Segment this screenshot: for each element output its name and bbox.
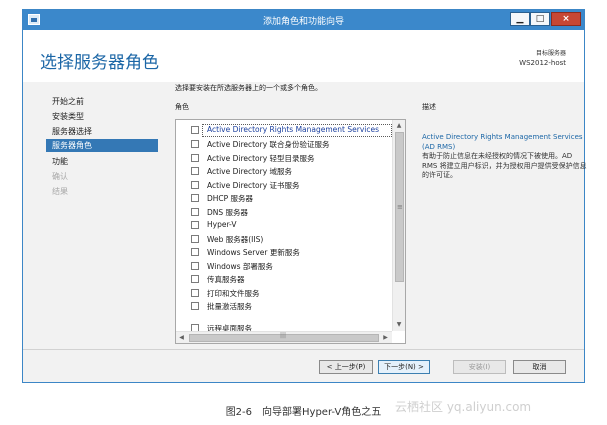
role-item[interactable]: Windows Server 更新服务 [176, 246, 392, 259]
role-item[interactable]: Active Directory 轻型目录服务 [176, 152, 392, 165]
role-checkbox[interactable] [191, 221, 199, 229]
role-label: Web 服务器(IIS) [207, 235, 264, 244]
role-label: Windows Server 更新服务 [207, 248, 300, 257]
role-checkbox[interactable] [191, 262, 199, 270]
role-label: Windows 部署服务 [207, 262, 273, 271]
role-checkbox[interactable] [191, 126, 199, 134]
role-label: DHCP 服务器 [207, 194, 254, 203]
role-label: Active Directory 联合身份验证服务 [207, 140, 330, 149]
role-item[interactable]: Hyper-V [176, 219, 392, 232]
nav-item-confirmation: 确认 [52, 172, 68, 181]
role-checkbox[interactable] [191, 302, 199, 310]
scroll-up-icon[interactable]: ▲ [393, 120, 405, 131]
nav-item-before-you-begin[interactable]: 开始之前 [52, 96, 84, 107]
nav-item-installation-type[interactable]: 安装类型 [52, 111, 84, 122]
cancel-button[interactable]: 取消 [513, 360, 566, 374]
role-label: Hyper-V [207, 220, 237, 229]
role-item[interactable]: DNS 服务器 [176, 206, 392, 219]
footer-divider [23, 349, 584, 350]
role-item[interactable]: Active Directory Rights Management Servi… [191, 124, 392, 137]
roles-list[interactable]: Active Directory Rights Management Servi… [175, 119, 406, 344]
role-label: Active Directory Rights Management Servi… [207, 125, 379, 134]
role-item[interactable]: Windows 部署服务 [176, 260, 392, 273]
description-heading: 描述 [422, 103, 436, 111]
role-description: Active Directory Rights Management Servi… [422, 133, 588, 181]
intro-text: 选择要安装在所选服务器上的一个或多个角色。 [175, 84, 322, 92]
role-item[interactable]: Active Directory 联合身份验证服务 [176, 138, 392, 151]
role-item[interactable]: 传真服务器 [176, 273, 392, 286]
role-checkbox[interactable] [191, 167, 199, 175]
role-label: DNS 服务器 [207, 208, 249, 217]
role-item[interactable]: DHCP 服务器 [176, 192, 392, 205]
next-button[interactable]: 下一步(N) > [378, 360, 430, 374]
roles-heading: 角色 [175, 103, 189, 111]
role-item[interactable]: Web 服务器(IIS) [176, 233, 392, 246]
description-text: 有助于防止信息在未经授权的情况下被使用。AD RMS 将建立用户标识，并为授权用… [422, 152, 587, 179]
role-checkbox[interactable] [191, 235, 199, 243]
role-label: Active Directory 轻型目录服务 [207, 154, 315, 163]
role-label: Active Directory 证书服务 [207, 181, 300, 190]
role-checkbox[interactable] [191, 194, 199, 202]
role-item[interactable]: Active Directory 域服务 [176, 165, 392, 178]
role-item[interactable]: Active Directory 证书服务 [176, 179, 392, 192]
wizard-window: 添加角色和功能向导 ▁ □ × 选择服务器角色 目标服务器 WS2012-hos… [22, 9, 588, 383]
scroll-right-icon[interactable]: ▶ [380, 332, 391, 343]
description-title: Active Directory Rights Management Servi… [422, 133, 583, 151]
nav-item-results: 结果 [52, 187, 68, 196]
scroll-grip-icon: ≡ [397, 203, 403, 211]
target-server-name: WS2012-host [519, 59, 566, 67]
role-checkbox[interactable] [191, 289, 199, 297]
title-bar[interactable]: 添加角色和功能向导 ▁ □ × [23, 10, 584, 30]
role-item[interactable]: 打印和文件服务 [176, 287, 392, 300]
role-label: 打印和文件服务 [207, 289, 260, 298]
wizard-nav: 开始之前 安装类型 服务器选择 服务器角色 功能 确认 结果 [23, 82, 158, 342]
install-button: 安装(I) [453, 360, 506, 374]
role-checkbox[interactable] [191, 248, 199, 256]
minimize-button[interactable]: ▁ [510, 12, 530, 26]
role-label: 批量激活服务 [207, 302, 252, 311]
scroll-down-icon[interactable]: ▼ [393, 319, 405, 330]
horizontal-scrollbar[interactable]: ◀ ||| ▶ [176, 331, 392, 343]
scroll-left-icon[interactable]: ◀ [176, 332, 187, 343]
close-button[interactable]: × [551, 12, 581, 26]
nav-item-features[interactable]: 功能 [52, 156, 68, 167]
target-server-caption: 目标服务器 [535, 50, 566, 57]
role-label: Active Directory 域服务 [207, 167, 293, 176]
role-checkbox[interactable] [191, 140, 199, 148]
nav-item-server-selection[interactable]: 服务器选择 [52, 126, 92, 137]
role-item[interactable]: 批量激活服务 [176, 300, 392, 313]
page-title: 选择服务器角色 [40, 53, 159, 73]
nav-item-server-roles[interactable]: 服务器角色 [46, 139, 158, 152]
role-checkbox[interactable] [191, 154, 199, 162]
scroll-grip-icon: ||| [280, 332, 287, 339]
previous-button[interactable]: < 上一步(P) [319, 360, 373, 374]
window-title: 添加角色和功能向导 [262, 17, 344, 27]
wizard-header: 选择服务器角色 目标服务器 WS2012-host [23, 30, 584, 82]
role-checkbox[interactable] [191, 275, 199, 283]
vertical-scrollbar[interactable]: ▲ ≡ ▼ [392, 120, 405, 331]
role-checkbox[interactable] [191, 208, 199, 216]
maximize-button[interactable]: □ [530, 12, 550, 26]
role-checkbox[interactable] [191, 181, 199, 189]
role-label: 传真服务器 [207, 275, 245, 284]
watermark: 云栖社区 yq.aliyun.com [395, 400, 532, 414]
